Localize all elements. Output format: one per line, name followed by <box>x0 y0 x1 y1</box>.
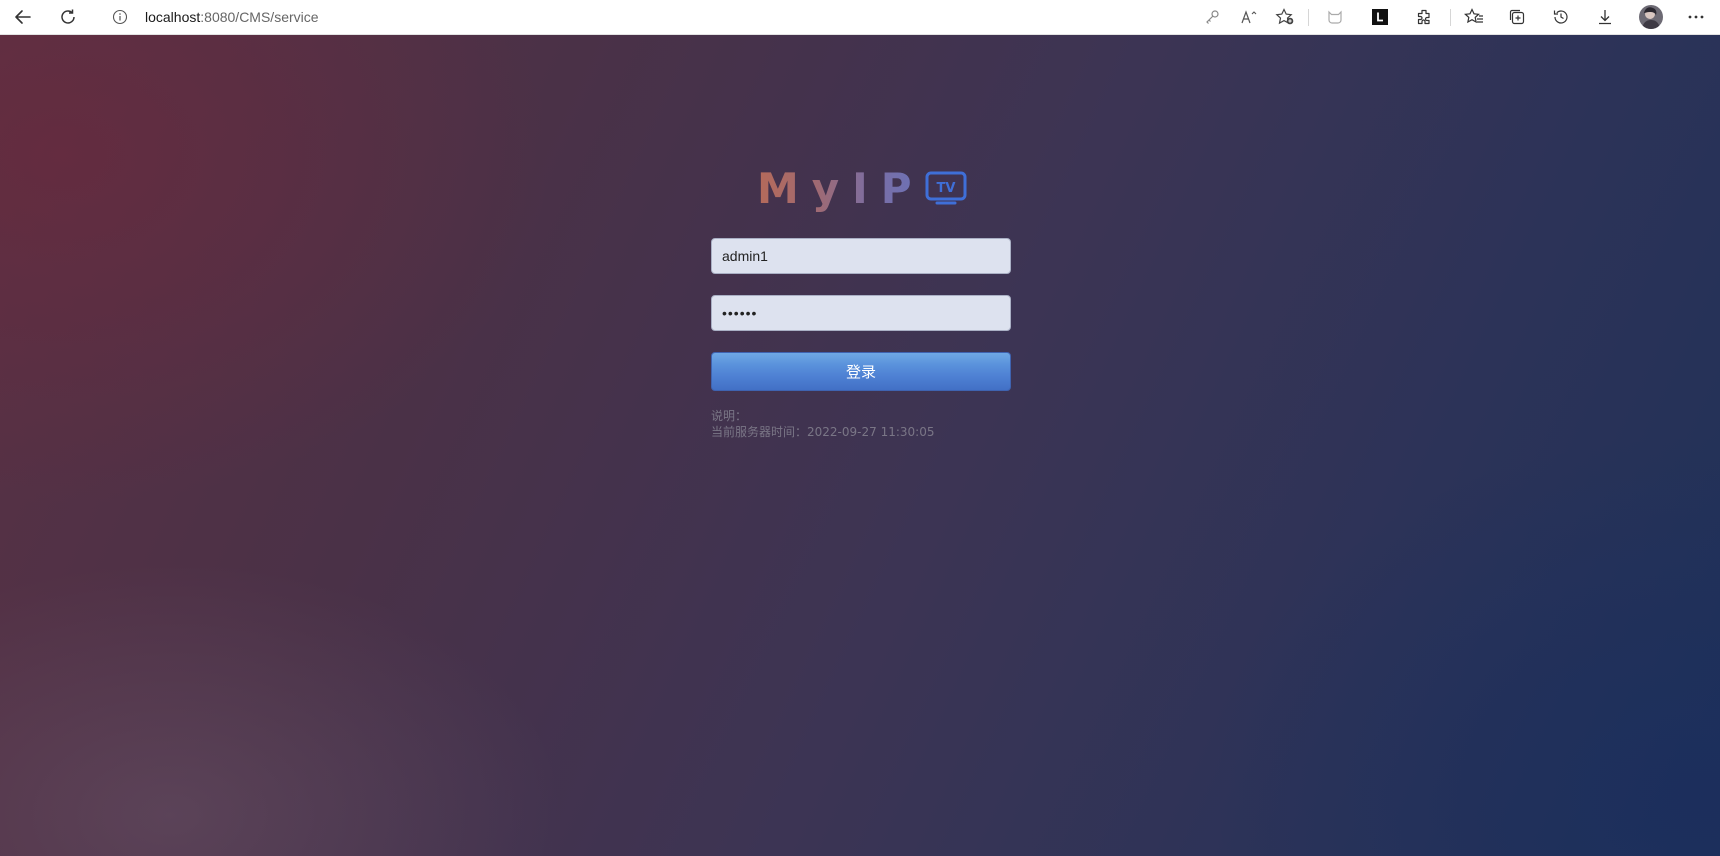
profile-button[interactable] <box>1638 4 1664 30</box>
toolbar-separator <box>1308 9 1309 26</box>
read-aloud-icon <box>1241 10 1257 24</box>
more-icon <box>1688 15 1704 19</box>
extensions-icon <box>1417 9 1430 25</box>
extension-l-icon <box>1372 9 1388 25</box>
back-icon <box>15 10 31 24</box>
browser-toolbar: localhost:8080/CMS/service <box>0 0 1720 35</box>
app-logo: MyIP TV <box>757 161 967 217</box>
tv-icon: TV <box>925 171 967 205</box>
password-input[interactable] <box>711 295 1011 331</box>
note-title: 说明： <box>711 409 748 423</box>
download-icon <box>1599 10 1611 25</box>
refresh-button[interactable] <box>55 4 81 30</box>
downloads-button[interactable] <box>1592 4 1618 30</box>
favorites-icon <box>1464 8 1483 24</box>
history-icon <box>1553 10 1568 24</box>
url-host: localhost <box>145 9 201 25</box>
add-favorite-button[interactable] <box>1272 4 1298 30</box>
address-bar[interactable]: localhost:8080/CMS/service <box>96 2 1308 32</box>
collections-icon <box>1509 9 1525 25</box>
back-button[interactable] <box>10 4 36 30</box>
key-button[interactable] <box>1199 4 1225 30</box>
profile-avatar <box>1639 5 1663 29</box>
info-icon[interactable] <box>112 9 128 25</box>
server-time-line: 当前服务器时间：2022-09-27 11:30:05 <box>711 423 934 440</box>
refresh-icon <box>61 9 75 24</box>
history-button[interactable] <box>1548 4 1574 30</box>
extension-cat-icon <box>1328 10 1342 24</box>
favorites-button[interactable] <box>1461 4 1487 30</box>
url-path: :8080/CMS/service <box>200 9 319 25</box>
extension-cat-button[interactable] <box>1322 4 1348 30</box>
read-aloud-button[interactable] <box>1236 4 1262 30</box>
toolbar-separator-2 <box>1450 9 1451 26</box>
login-page: MyIP TV 登录 说明： 当前服务器时间：2022-09-27 11:30:… <box>0 35 1720 856</box>
server-time-value: 2022-09-27 11:30:05 <box>807 425 935 439</box>
extension-l-button[interactable] <box>1367 4 1393 30</box>
login-button[interactable]: 登录 <box>711 352 1011 391</box>
tv-icon-label: TV <box>936 181 955 196</box>
add-favorite-icon <box>1275 8 1294 25</box>
extensions-button[interactable] <box>1411 4 1437 30</box>
more-button[interactable] <box>1683 4 1709 30</box>
username-input[interactable] <box>711 238 1011 274</box>
key-icon <box>1206 10 1219 24</box>
server-time-label: 当前服务器时间： <box>711 425 808 439</box>
url-text[interactable]: localhost:8080/CMS/service <box>145 9 319 25</box>
collections-button[interactable] <box>1504 4 1530 30</box>
logo-text: MyIP <box>757 161 925 217</box>
